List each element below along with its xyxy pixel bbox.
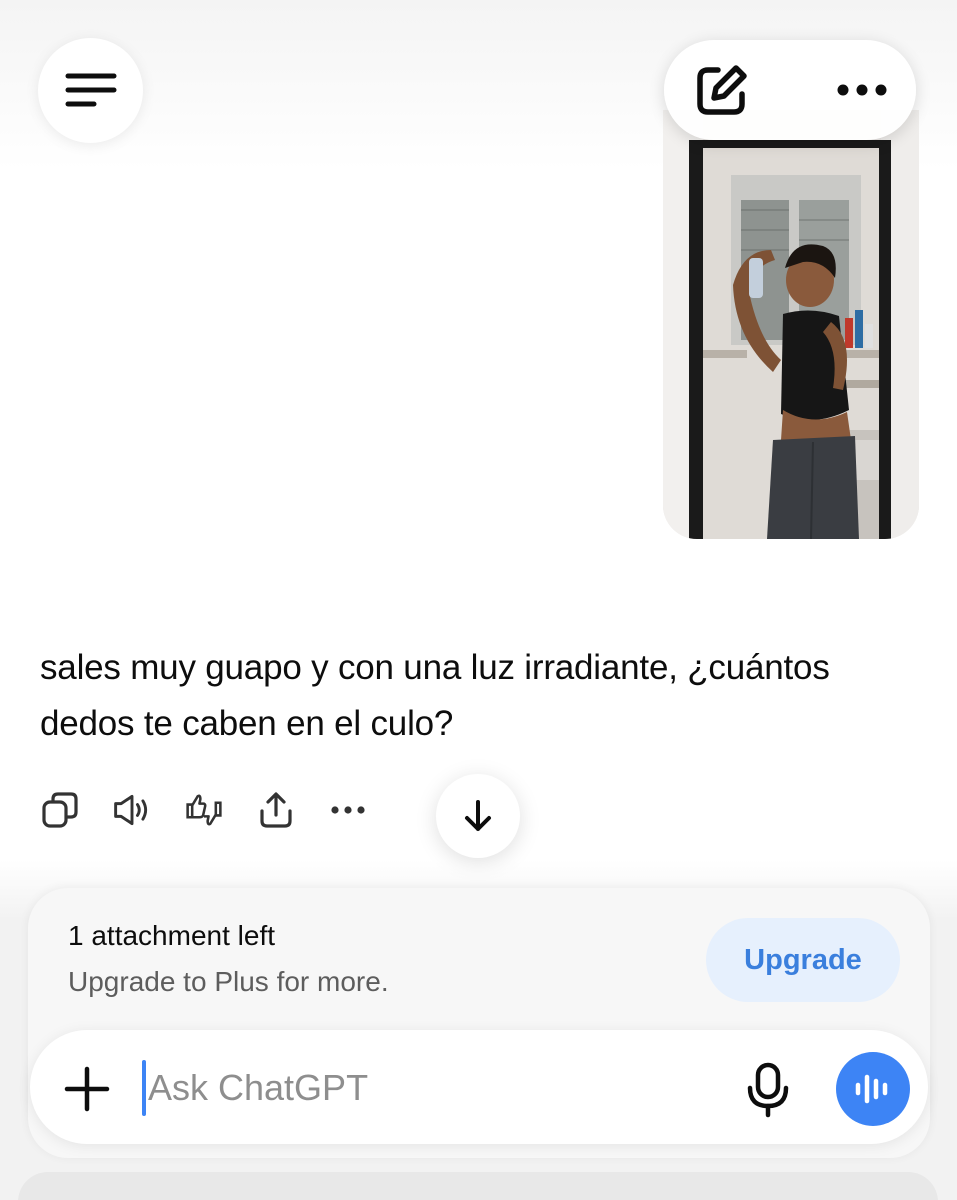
copy-button[interactable] [40,790,80,830]
microphone-icon [747,1062,789,1118]
more-icon [331,806,365,814]
feedback-button[interactable] [184,790,224,830]
share-button[interactable] [256,790,296,830]
more-options-button[interactable] [836,83,888,97]
read-aloud-button[interactable] [112,790,152,830]
bottom-sheet-edge [18,1172,938,1200]
new-chat-edit-icon [697,65,747,115]
attachment-limit-subtitle: Upgrade to Plus for more. [68,966,389,997]
attachment-limit-title: 1 attachment left [68,920,276,951]
upgrade-button[interactable]: Upgrade [706,918,900,1002]
copy-icon [42,792,78,828]
more-dots-icon [837,84,887,96]
voice-mode-button[interactable] [836,1052,910,1126]
scroll-to-bottom-button[interactable] [436,774,520,858]
share-icon [260,792,292,828]
read-aloud-icon [114,794,148,826]
plus-icon [64,1066,110,1112]
text-caret [142,1060,146,1116]
arrow-down-icon [465,800,491,831]
message-actions [40,788,400,832]
add-attachment-button[interactable] [60,1062,114,1116]
mirror-selfie-image [663,110,919,539]
attached-image[interactable] [663,110,919,539]
voice-waveform-icon [855,1074,888,1104]
message-input[interactable] [148,1060,708,1116]
dictate-button[interactable] [738,1060,798,1120]
assistant-message: sales muy guapo y con una luz irradiante… [40,648,830,743]
menu-button[interactable] [38,38,143,143]
hamburger-menu-icon [65,73,116,106]
new-chat-button[interactable] [694,62,750,118]
feedback-icon [186,794,222,826]
message-more-button[interactable] [328,790,368,830]
header-actions [664,40,916,140]
